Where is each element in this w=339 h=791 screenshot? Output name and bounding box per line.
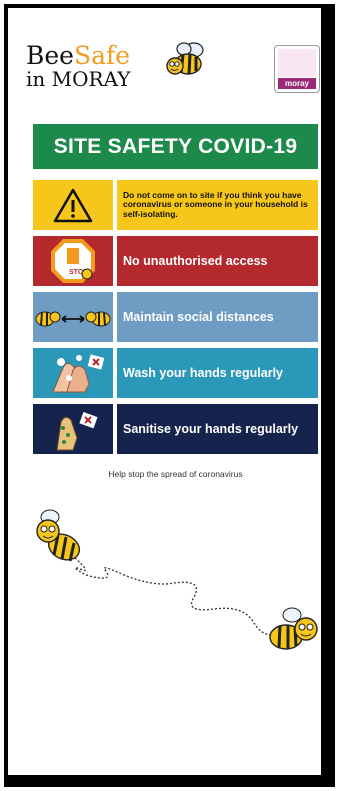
moray-partner-logo: moray [274,45,320,93]
rule-text: Maintain social distances [117,292,318,342]
rule-row-symptoms: Do not come on to site if you think you … [33,180,318,230]
rule-text: No unauthorised access [117,236,318,286]
hand-wash-icon [33,348,113,398]
bees-distance-icon [33,292,113,342]
rule-row-access: STOP No unauthorised access [33,236,318,286]
warning-triangle-icon [33,180,113,230]
brand-line2: in MORAY [26,67,131,91]
flying-bees-illustration [36,509,318,650]
logo-bee-icon [166,42,204,75]
bee-icon [269,607,318,650]
beesafe-logo: BeeSafe in MORAY [26,43,130,89]
bee-icon [36,509,81,562]
rule-text: Wash your hands regularly [117,348,318,398]
brand-safe: Safe [73,41,131,70]
hand-sanitise-icon [33,404,113,454]
rule-text: Sanitise your hands regularly [117,404,318,454]
partner-logo-text: moray [278,78,316,89]
stop-sign-icon: STOP [33,236,113,286]
rule-row-sanitise: Sanitise your hands regularly [33,404,318,454]
caption: Help stop the spread of coronavirus [108,469,243,479]
rule-row-wash: Wash your hands regularly [33,348,318,398]
rule-row-distance: Maintain social distances [33,292,318,342]
page-title: SITE SAFETY COVID-19 [33,124,318,169]
brand-bee: Bee [26,41,74,70]
rule-text: Do not come on to site if you think you … [117,180,318,230]
